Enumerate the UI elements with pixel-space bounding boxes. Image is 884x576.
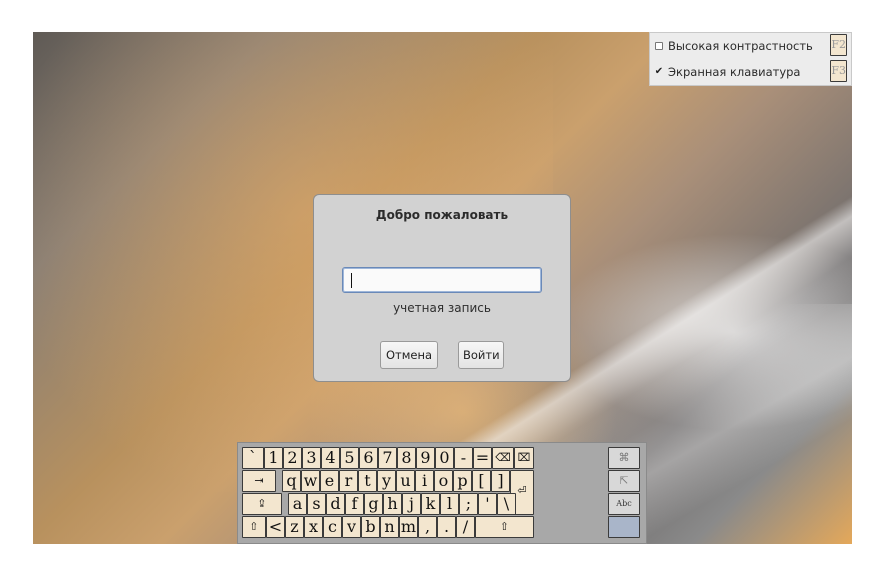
key-9[interactable]: 9 xyxy=(416,447,435,469)
checkmark-icon: ✔ xyxy=(654,66,664,77)
key-w[interactable]: w xyxy=(301,470,320,492)
onscreen-keyboard: ` 1 2 3 4 5 6 7 8 9 0 - = ⌫ ⌧ ⌘ ⇥ q w e … xyxy=(237,442,647,544)
tab-key-icon[interactable]: ⇥ xyxy=(242,470,276,492)
key-left-bracket[interactable]: [ xyxy=(472,470,491,492)
key-x[interactable]: x xyxy=(304,516,323,538)
shift-key-icon[interactable]: ⇧ xyxy=(242,516,266,538)
key-k[interactable]: k xyxy=(421,493,440,515)
menu-item-high-contrast[interactable]: Высокая контрастность F2 xyxy=(650,34,851,58)
key-p[interactable]: p xyxy=(453,470,472,492)
key-2[interactable]: 2 xyxy=(283,447,302,469)
key-r[interactable]: r xyxy=(339,470,358,492)
key-semicolon[interactable]: ; xyxy=(459,493,478,515)
key-backtick[interactable]: ` xyxy=(242,447,264,469)
accessibility-menu: Высокая контрастность F2 ✔ Экранная клав… xyxy=(649,32,852,86)
keyboard-extra-button[interactable] xyxy=(608,516,640,538)
key-6[interactable]: 6 xyxy=(359,447,378,469)
key-q[interactable]: q xyxy=(282,470,301,492)
key-u[interactable]: u xyxy=(396,470,415,492)
key-equals[interactable]: = xyxy=(473,447,492,469)
key-4[interactable]: 4 xyxy=(321,447,340,469)
key-apostrophe[interactable]: ' xyxy=(478,493,497,515)
key-j[interactable]: j xyxy=(402,493,421,515)
username-label: учетная запись xyxy=(393,301,491,315)
backspace-key-icon[interactable]: ⌫ xyxy=(492,447,514,469)
checkbox-icon xyxy=(655,42,663,50)
text-caret xyxy=(351,273,352,288)
key-comma[interactable]: , xyxy=(418,516,437,538)
key-right-bracket[interactable]: ] xyxy=(491,470,510,492)
key-5[interactable]: 5 xyxy=(340,447,359,469)
key-y[interactable]: y xyxy=(377,470,396,492)
login-button[interactable]: Войти xyxy=(458,341,504,369)
key-d[interactable]: d xyxy=(326,493,345,515)
key-slash[interactable]: / xyxy=(456,516,475,538)
login-dialog: Добро пожаловать учетная запись Отмена В… xyxy=(313,194,571,382)
key-f[interactable]: f xyxy=(345,493,364,515)
key-m[interactable]: m xyxy=(399,516,418,538)
shortcut-label: F3 xyxy=(830,60,847,82)
key-v[interactable]: v xyxy=(342,516,361,538)
menu-item-label: Экранная клавиатура xyxy=(668,65,801,79)
key-i[interactable]: i xyxy=(415,470,434,492)
key-b[interactable]: b xyxy=(361,516,380,538)
caps-lock-key-icon[interactable]: ⇪ xyxy=(242,493,282,515)
key-s[interactable]: s xyxy=(307,493,326,515)
shift-key-right-icon[interactable]: ⇧ xyxy=(475,516,534,538)
key-c[interactable]: c xyxy=(323,516,342,538)
delete-key-icon[interactable]: ⌧ xyxy=(514,447,534,469)
shortcut-label: F2 xyxy=(830,34,847,56)
key-t[interactable]: t xyxy=(358,470,377,492)
cancel-button[interactable]: Отмена xyxy=(380,341,438,369)
pointer-icon[interactable]: ⇱ xyxy=(608,470,640,492)
username-input[interactable] xyxy=(342,267,542,293)
key-1[interactable]: 1 xyxy=(264,447,283,469)
key-backslash[interactable]: \ xyxy=(497,493,516,515)
key-g[interactable]: g xyxy=(364,493,383,515)
key-8[interactable]: 8 xyxy=(397,447,416,469)
key-n[interactable]: n xyxy=(380,516,399,538)
menu-item-onscreen-keyboard[interactable]: ✔ Экранная клавиатура F3 xyxy=(650,60,851,84)
key-less-than[interactable]: < xyxy=(266,516,285,538)
key-0[interactable]: 0 xyxy=(435,447,454,469)
key-a[interactable]: a xyxy=(288,493,307,515)
key-l[interactable]: l xyxy=(440,493,459,515)
key-e[interactable]: e xyxy=(320,470,339,492)
key-minus[interactable]: - xyxy=(454,447,473,469)
menu-item-label: Высокая контрастность xyxy=(668,39,813,53)
key-h[interactable]: h xyxy=(383,493,402,515)
key-z[interactable]: z xyxy=(285,516,304,538)
key-3[interactable]: 3 xyxy=(302,447,321,469)
key-7[interactable]: 7 xyxy=(378,447,397,469)
close-keyboard-icon[interactable]: ⌘ xyxy=(608,447,640,469)
dialog-title: Добро пожаловать xyxy=(375,208,509,222)
key-o[interactable]: o xyxy=(434,470,453,492)
keyboard-mode-button[interactable]: Abc xyxy=(608,493,640,515)
key-period[interactable]: . xyxy=(437,516,456,538)
